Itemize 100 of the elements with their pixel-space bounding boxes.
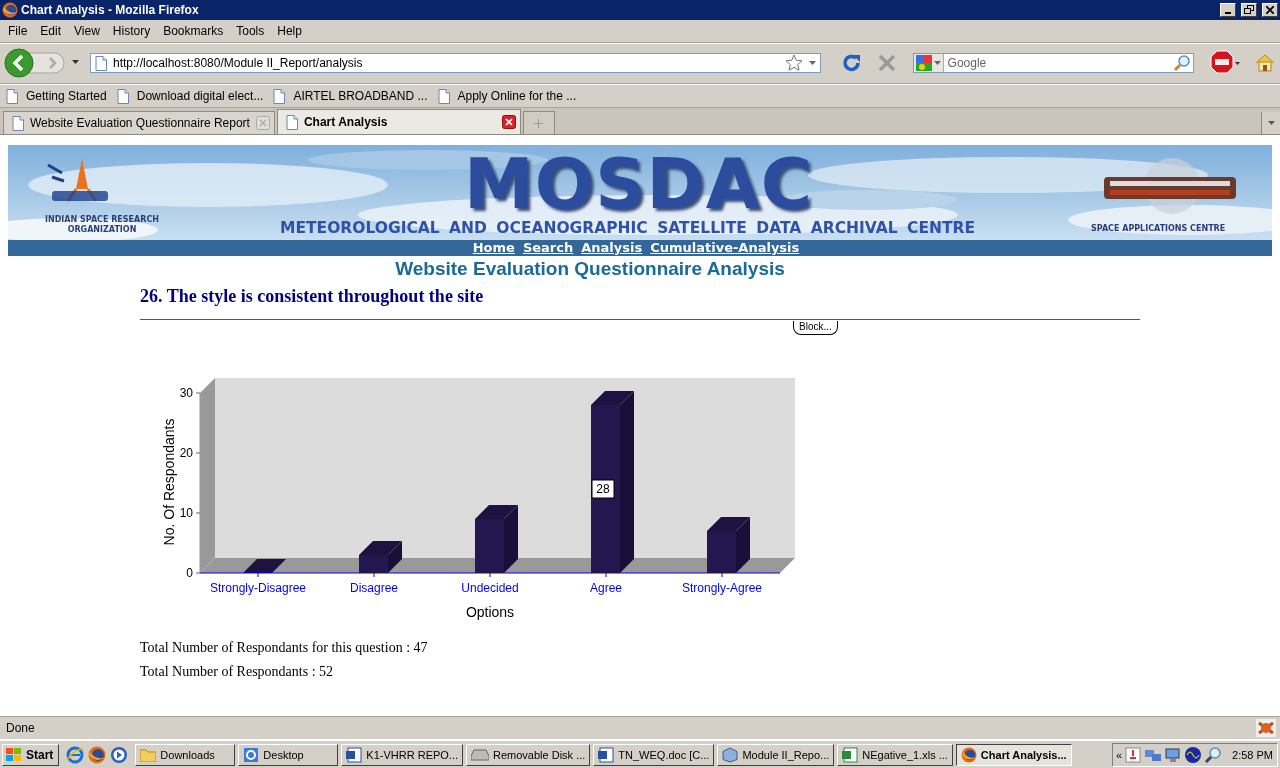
menu-item[interactable]: File — [2, 23, 35, 38]
tick-label: 0 — [186, 566, 193, 581]
taskbar-button[interactable]: K1-VHRR REPO... — [341, 743, 464, 766]
annotation: 28 — [596, 482, 610, 497]
taskbar-button[interactable]: Desktop — [238, 743, 339, 766]
home-icon[interactable] — [1254, 53, 1276, 74]
search-icon[interactable] — [1204, 745, 1223, 764]
browser-tab[interactable]: Website Evaluation Questionnaire Report — [3, 111, 275, 135]
page-heading: Website Evaluation Questionnaire Analysis — [394, 258, 786, 281]
total-text: Total Number of Respondants : 52 — [140, 663, 335, 682]
bar — [359, 555, 388, 574]
logo-caption: INDIAN SPACE RESEARCH ORGANIZATION — [44, 215, 160, 236]
axis-title: Options — [465, 604, 515, 621]
close-button[interactable] — [1262, 2, 1278, 17]
status-text: Done — [6, 721, 36, 736]
start-button[interactable]: Start — [2, 743, 60, 766]
taskbar-button[interactable]: TN_WEQ.doc [C... — [593, 743, 715, 766]
menu-item[interactable]: Help — [271, 23, 309, 38]
close-icon — [1266, 5, 1274, 14]
search-engine-icon — [915, 55, 932, 72]
taskbar-button[interactable]: NEgative_1.xls ... — [837, 743, 953, 766]
page-icon — [6, 88, 18, 104]
total-text: Total Number of Respondants for this question : 47 — [140, 639, 429, 658]
category-label: Agree — [590, 581, 622, 596]
block-tab[interactable]: Block... — [793, 321, 838, 336]
spreadsheet-icon — [842, 746, 859, 763]
drive-icon — [471, 748, 490, 761]
cube-icon — [722, 746, 739, 763]
menu-item[interactable]: History — [106, 23, 158, 38]
nav-link[interactable]: Home — [472, 240, 515, 257]
bug-icon[interactable] — [1256, 719, 1276, 738]
page-icon — [95, 55, 107, 71]
logo-caption: SPACE APPLICATIONS CENTRE — [1091, 224, 1226, 234]
search-box[interactable]: Google — [912, 53, 1194, 74]
tab-list-button[interactable] — [1261, 112, 1280, 135]
windows-logo-icon — [6, 747, 22, 762]
firefox-icon — [2, 1, 18, 18]
tick-mark — [257, 572, 259, 578]
document-icon — [598, 746, 615, 763]
browser-tab[interactable]: Chart Analysis — [276, 109, 521, 135]
question-title: 26. The style is consistent throughout the site — [140, 286, 485, 308]
category-label: Disagree — [350, 581, 398, 596]
restore-button[interactable] — [1241, 2, 1257, 17]
minimize-button[interactable] — [1220, 2, 1236, 17]
url-field[interactable]: http://localhost:8080/Module II_Report/analysis — [113, 56, 779, 71]
java-icon[interactable] — [1124, 745, 1143, 764]
address-field[interactable]: http://localhost:8080/Module II_Report/analysis — [90, 53, 821, 74]
page-icon — [437, 88, 450, 104]
minimize-icon — [1225, 11, 1231, 14]
menu-item[interactable]: Bookmarks — [157, 23, 231, 38]
bar — [475, 519, 504, 574]
search-field[interactable]: Google — [947, 56, 1169, 71]
nav-link[interactable]: Analysis — [581, 240, 643, 257]
plus-icon — [534, 118, 544, 128]
firefox-icon — [960, 746, 977, 763]
star-icon[interactable] — [784, 54, 803, 73]
menu-item[interactable]: View — [68, 23, 107, 38]
bar — [707, 531, 736, 574]
wave-icon[interactable] — [1184, 745, 1203, 764]
category-label: Strongly-Disagree — [210, 581, 306, 596]
bookmark-link[interactable]: Getting Started — [26, 89, 107, 103]
value-label: 28 — [591, 479, 615, 499]
back-button[interactable] — [4, 48, 66, 79]
document-icon — [346, 746, 363, 763]
tray-expand-button[interactable]: « — [1115, 748, 1123, 761]
folder-icon — [140, 747, 157, 762]
tick-label: 30 — [179, 386, 193, 401]
dropdown-icon[interactable] — [808, 61, 816, 66]
dropdown-icon — [1267, 121, 1275, 126]
bookmark-link[interactable]: AIRTEL BROADBAND ... — [293, 89, 428, 103]
nav-link[interactable]: Search — [522, 240, 574, 257]
nav-link[interactable]: Cumulative-Analysis — [650, 240, 800, 257]
window-title: Chart Analysis - Mozilla Firefox — [21, 2, 200, 17]
axis-title: No. Of Respondants — [161, 418, 177, 546]
dropdown-icon[interactable] — [72, 60, 80, 67]
bookmark-link[interactable]: Apply Online for the ... — [457, 89, 577, 103]
menu-item[interactable]: Edit — [34, 23, 69, 38]
tick-label: 10 — [179, 506, 193, 521]
taskbar-button[interactable]: Module II_Repo... — [717, 743, 835, 766]
firefox-icon — [88, 745, 107, 764]
page-icon — [285, 114, 298, 130]
clock: 2:58 PM — [1232, 748, 1273, 761]
media-player-icon[interactable] — [110, 745, 129, 764]
tick-mark — [489, 572, 491, 578]
computer-icon[interactable] — [1164, 745, 1183, 764]
page-icon — [116, 88, 129, 104]
tick-mark — [721, 572, 723, 578]
tick-mark — [373, 572, 375, 578]
category-label: Strongly-Agree — [682, 581, 762, 596]
taskbar-button[interactable]: Removable Disk ... — [466, 743, 591, 766]
taskbar-button[interactable]: Chart Analysis... — [955, 743, 1072, 766]
tick-label: 20 — [179, 446, 193, 461]
stop-sign-icon[interactable] — [1210, 50, 1240, 77]
page-icon — [273, 88, 286, 104]
taskbar-button[interactable]: Downloads — [135, 743, 236, 766]
browser-e-icon[interactable] — [66, 745, 85, 764]
bookmark-link[interactable]: Download digital elect... — [136, 89, 264, 103]
menu-item[interactable]: Tools — [230, 23, 272, 38]
dropdown-icon[interactable] — [933, 61, 941, 66]
close-icon[interactable] — [501, 115, 516, 130]
